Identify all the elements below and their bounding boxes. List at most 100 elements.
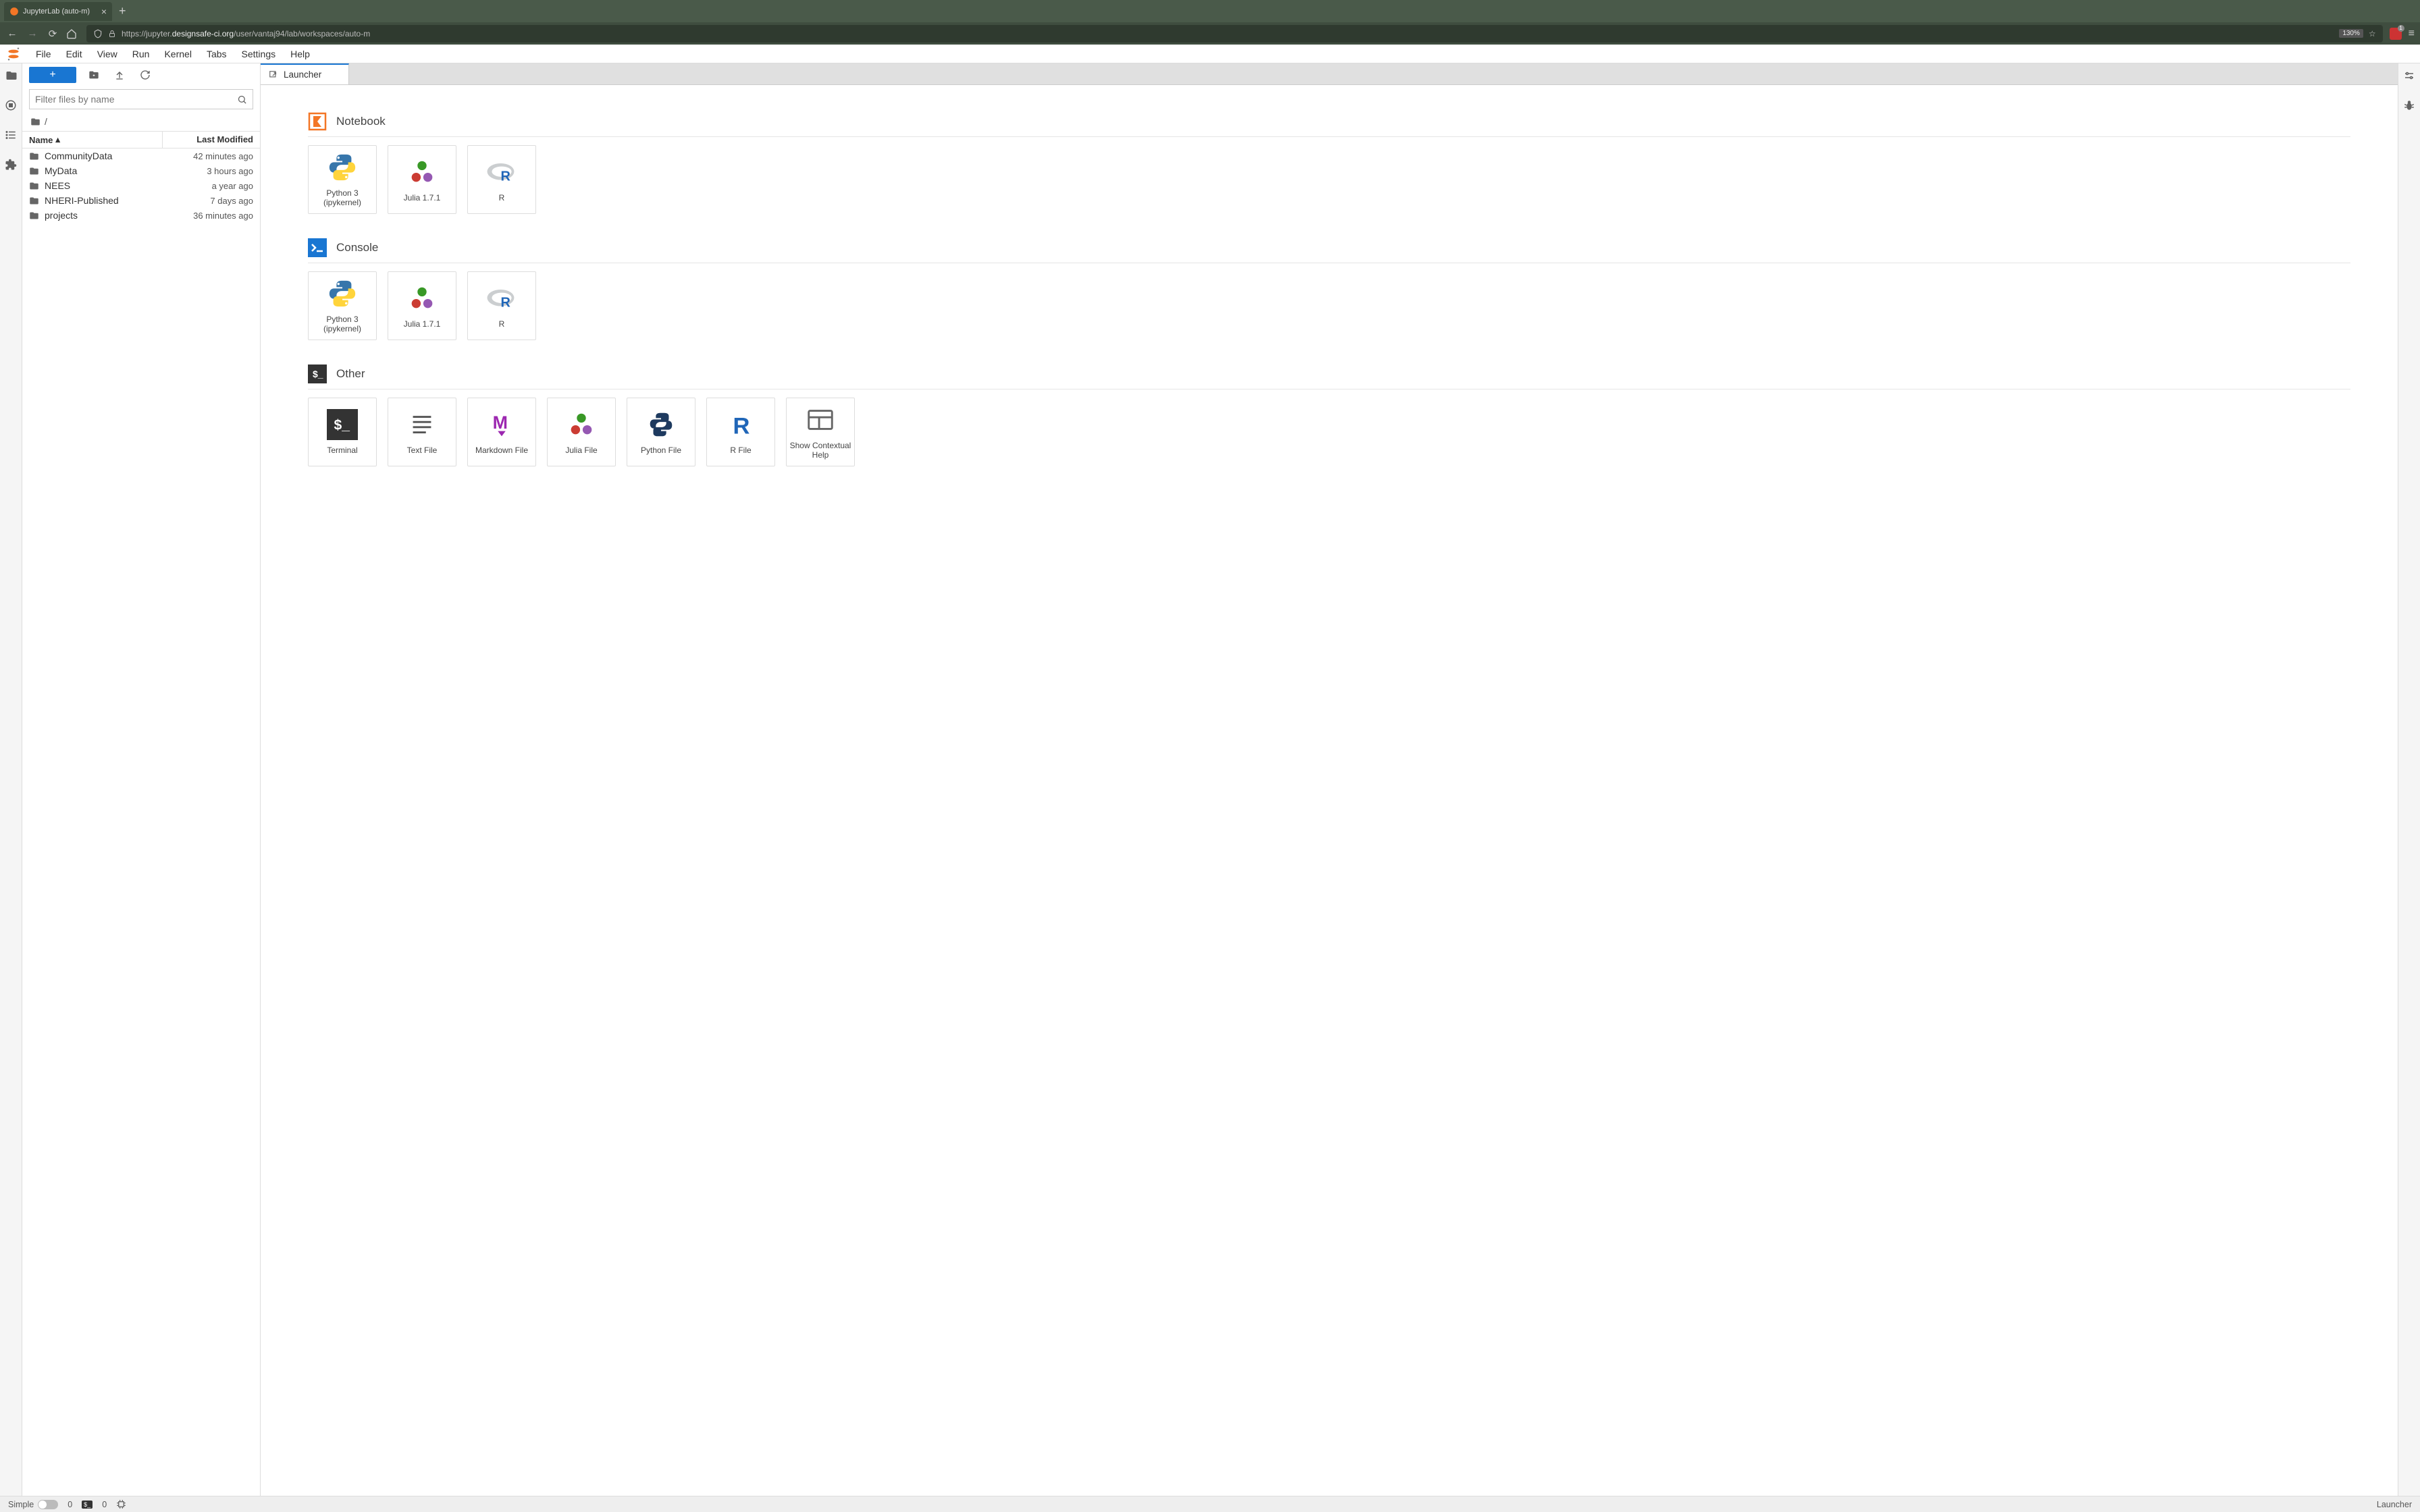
launcher-tab[interactable]: Launcher [261, 63, 349, 84]
section-header: $_ Other [308, 364, 2350, 389]
launcher-card[interactable]: Show Contextual Help [786, 398, 855, 466]
browser-tab[interactable]: JupyterLab (auto-m) × [4, 2, 112, 21]
breadcrumb[interactable]: / [22, 112, 260, 131]
home-button[interactable] [66, 28, 80, 39]
svg-text:$_: $_ [334, 417, 350, 433]
url-box[interactable]: https://jupyter.designsafe-ci.org/user/v… [86, 25, 2383, 43]
main-dock-area: Launcher Notebook Python 3 (ipykernel) Ju… [261, 63, 2398, 1496]
property-inspector-icon[interactable] [2402, 69, 2416, 82]
col-modified-header[interactable]: Last Modified [162, 132, 260, 148]
menu-tabs[interactable]: Tabs [199, 46, 234, 62]
file-row[interactable]: CommunityData42 minutes ago [22, 148, 260, 163]
jupyter-favicon-icon [9, 7, 19, 16]
status-right-mode[interactable]: Launcher [2377, 1500, 2412, 1509]
card-label: Show Contextual Help [787, 441, 854, 460]
right-activity-bar [2398, 63, 2420, 1496]
new-launcher-button[interactable]: + [29, 67, 76, 83]
file-filter-box[interactable] [29, 89, 253, 109]
launcher-card[interactable]: RR File [706, 398, 775, 466]
file-name: NEES [45, 180, 212, 191]
file-row[interactable]: NEESa year ago [22, 178, 260, 193]
file-row[interactable]: MyData3 hours ago [22, 163, 260, 178]
launcher-card[interactable]: Python 3 (ipykernel) [308, 145, 377, 214]
terminal-section-icon: $_ [308, 364, 327, 383]
launcher-card[interactable]: $_ Terminal [308, 398, 377, 466]
hamburger-menu-icon[interactable]: ≡ [2409, 28, 2415, 40]
filebrowser-tab-icon[interactable] [4, 69, 18, 82]
launcher-card[interactable]: M Markdown File [467, 398, 536, 466]
launcher-card[interactable]: Python 3 (ipykernel) [308, 271, 377, 340]
launcher-card[interactable]: Python File [627, 398, 695, 466]
svg-text:M: M [493, 412, 508, 433]
folder-icon [29, 166, 39, 176]
open-tabs-count[interactable]: 0 [68, 1500, 72, 1509]
file-filter-input[interactable] [35, 94, 237, 105]
menu-view[interactable]: View [90, 46, 125, 62]
terminals-count[interactable]: 0 [102, 1500, 107, 1509]
cards-console: Python 3 (ipykernel) Julia 1.7.1 RR [308, 271, 2350, 340]
julia-icon [406, 157, 438, 188]
card-label: Markdown File [473, 446, 531, 455]
forward-button[interactable]: → [26, 28, 39, 39]
simple-mode-toggle[interactable]: Simple [8, 1500, 58, 1509]
menu-settings[interactable]: Settings [234, 46, 284, 62]
launcher-card[interactable]: RR [467, 145, 536, 214]
launcher-card[interactable]: RR [467, 271, 536, 340]
r-icon: R [486, 157, 517, 188]
launcher-body: Notebook Python 3 (ipykernel) Julia 1.7.1… [261, 85, 2398, 1496]
launcher-card[interactable]: Julia 1.7.1 [388, 271, 456, 340]
bookmark-star-icon[interactable]: ☆ [2369, 29, 2376, 38]
toggle-switch-icon [38, 1500, 58, 1509]
lock-icon [108, 30, 116, 38]
file-row[interactable]: NHERI-Published7 days ago [22, 193, 260, 208]
menu-items: FileEditViewRunKernelTabsSettingsHelp [28, 46, 317, 62]
svg-text:$_: $_ [313, 369, 323, 379]
extensions-tab-icon[interactable] [4, 158, 18, 171]
folder-icon [29, 181, 39, 191]
card-label: Julia 1.7.1 [401, 319, 444, 329]
launcher-card[interactable]: Julia 1.7.1 [388, 145, 456, 214]
section-console: Console Python 3 (ipykernel)Julia 1.7.1R… [308, 238, 2350, 340]
menu-kernel[interactable]: Kernel [157, 46, 199, 62]
browser-address-bar: ← → ⟳ https://jupyter.designsafe-ci.org/… [0, 22, 2420, 45]
file-browser-panel: + / Name ▴ [22, 63, 261, 1496]
menu-run[interactable]: Run [125, 46, 157, 62]
menu-help[interactable]: Help [283, 46, 317, 62]
julia-icon [566, 409, 597, 440]
folder-icon [30, 117, 41, 127]
jupyter-main: + / Name ▴ [0, 63, 2420, 1496]
col-name-header[interactable]: Name ▴ [22, 132, 162, 148]
julia-icon [406, 283, 438, 314]
section-title: Notebook [336, 115, 386, 128]
running-tab-icon[interactable] [4, 99, 18, 112]
notebook-icon [308, 112, 327, 131]
new-folder-icon[interactable] [88, 70, 102, 80]
file-row[interactable]: projects36 minutes ago [22, 208, 260, 223]
extension-badge-icon[interactable] [2390, 28, 2402, 40]
left-activity-bar [0, 63, 22, 1496]
reload-button[interactable]: ⟳ [46, 28, 59, 40]
folder-icon [29, 196, 39, 206]
debugger-icon[interactable] [2402, 99, 2416, 112]
kernel-status-icon[interactable] [116, 1499, 126, 1509]
upload-icon[interactable] [114, 70, 128, 80]
jupyter-menubar: FileEditViewRunKernelTabsSettingsHelp [0, 45, 2420, 63]
refresh-icon[interactable] [140, 70, 153, 80]
card-label: Python 3 (ipykernel) [309, 315, 376, 334]
close-icon[interactable]: × [101, 6, 107, 17]
launcher-card[interactable]: Julia File [547, 398, 616, 466]
menu-edit[interactable]: Edit [59, 46, 90, 62]
file-name: CommunityData [45, 151, 193, 161]
toc-tab-icon[interactable] [4, 128, 18, 142]
card-label: Text File [404, 446, 440, 455]
card-label: Terminal [324, 446, 360, 455]
menu-file[interactable]: File [28, 46, 59, 62]
new-tab-button[interactable]: + [112, 4, 133, 18]
dock-tabs: Launcher [261, 63, 2398, 85]
cards-notebook: Python 3 (ipykernel) Julia 1.7.1RR [308, 145, 2350, 214]
back-button[interactable]: ← [5, 28, 19, 39]
breadcrumb-path: / [45, 116, 47, 127]
zoom-badge[interactable]: 130% [2339, 29, 2363, 38]
card-label: Python 3 (ipykernel) [309, 188, 376, 208]
launcher-card[interactable]: Text File [388, 398, 456, 466]
